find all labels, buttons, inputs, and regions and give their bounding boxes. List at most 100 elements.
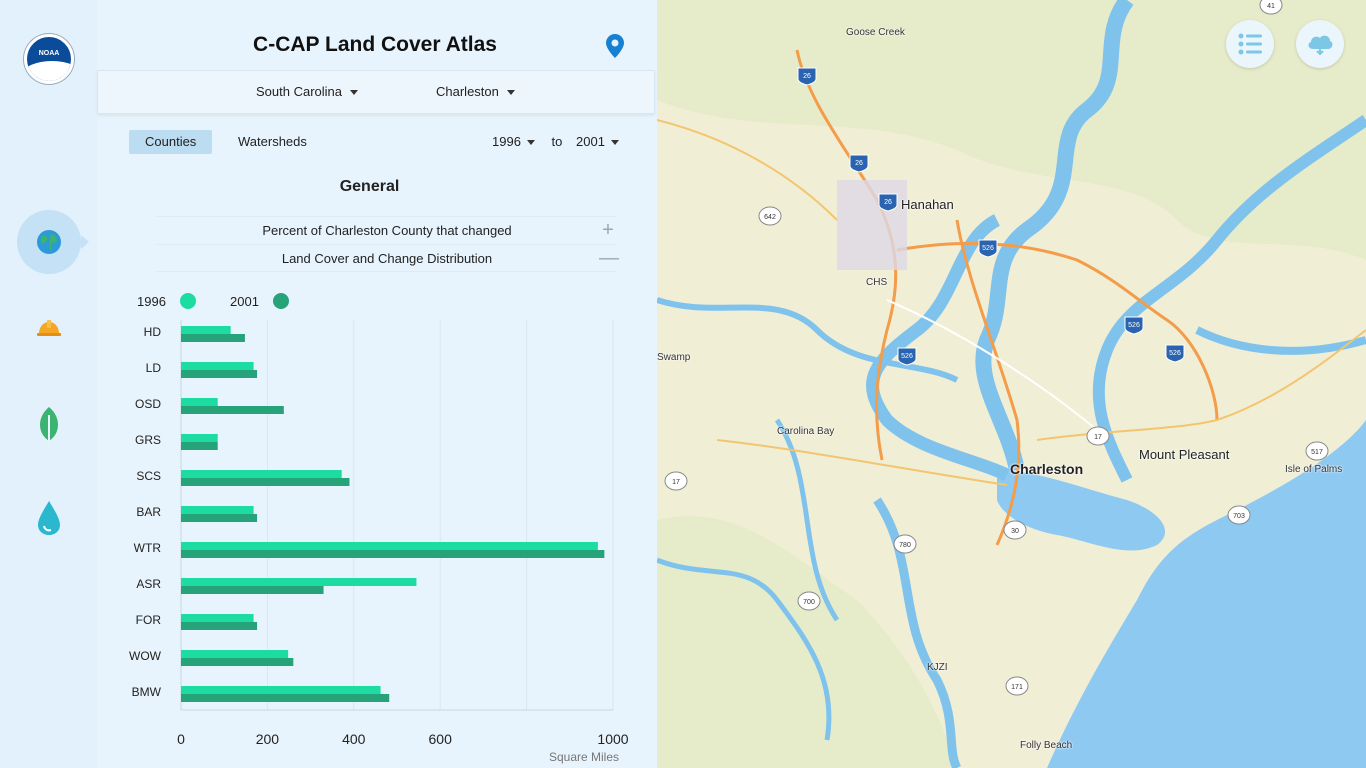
app-title: C-CAP Land Cover Atlas <box>253 33 497 56</box>
x-tick-label: 200 <box>256 731 280 747</box>
category-label: WOW <box>129 649 162 663</box>
category-label: WTR <box>134 541 162 555</box>
bar-2001-WTR <box>181 550 605 558</box>
legend-swatch-2001[interactable] <box>273 293 289 309</box>
map-label-charleston: Charleston <box>1010 461 1084 477</box>
map-label-kjzi: KJZI <box>927 662 948 673</box>
map-view[interactable]: Goose Creek Hanahan CHS Swamp Carolina B… <box>657 0 1366 768</box>
accordion-label: Percent of Charleston County that change… <box>262 223 512 238</box>
bar-1996-ASR <box>181 578 417 586</box>
bar-1996-GRS <box>181 434 218 442</box>
bar-2001-HD <box>181 334 245 342</box>
to-label: to <box>551 134 563 149</box>
list-icon <box>1238 33 1262 55</box>
from-year-value: 1996 <box>492 134 521 149</box>
to-year-value: 2001 <box>576 134 605 149</box>
legend-label-1996: 1996 <box>137 294 166 309</box>
vegetation-nav-button[interactable] <box>17 394 81 458</box>
cloud-icon <box>1308 35 1333 56</box>
globe-icon <box>37 230 61 254</box>
accordion-label: Land Cover and Change Distribution <box>281 251 493 266</box>
chevron-down-icon <box>526 140 535 146</box>
map-label-mount-pleasant: Mount Pleasant <box>1139 447 1230 462</box>
legend-swatch-1996[interactable] <box>180 293 196 309</box>
left-rail: NOAA <box>0 0 97 768</box>
water-drop-icon <box>38 501 60 535</box>
category-label: LD <box>146 361 162 375</box>
bar-2001-SCS <box>181 478 350 486</box>
x-tick-label: 400 <box>342 731 366 747</box>
map-label-goose-creek: Goose Creek <box>846 27 905 38</box>
category-label: SCS <box>136 469 161 483</box>
county-dropdown-value: Charleston <box>436 84 499 99</box>
bar-1996-OSD <box>181 398 218 406</box>
x-tick-label: 0 <box>177 731 185 747</box>
category-label: OSD <box>135 397 161 411</box>
county-dropdown[interactable]: Charleston <box>436 84 515 99</box>
bar-2001-FOR <box>181 622 258 630</box>
year-range: 1996 to 2001 <box>492 134 619 149</box>
bar-2001-WOW <box>181 658 294 666</box>
from-year-dropdown[interactable]: 1996 <box>492 134 535 149</box>
location-select-bar: South Carolina Charleston <box>97 70 655 114</box>
chevron-down-icon <box>610 140 619 146</box>
water-nav-button[interactable] <box>17 486 81 550</box>
state-dropdown[interactable]: South Carolina <box>256 84 358 99</box>
development-nav-button[interactable] <box>17 296 81 360</box>
map-label-folly-beach: Folly Beach <box>1020 740 1073 751</box>
state-dropdown-value: South Carolina <box>256 84 342 99</box>
leaf-icon <box>40 407 58 446</box>
accordion-distribution[interactable]: Land Cover and Change Distribution — <box>157 244 619 272</box>
land-cover-bar-chart: HD LD OSD GRS SCS BAR WTR ASR FOR WOW BMW 0 200 400 60… <box>129 320 629 764</box>
bar-1996-WTR <box>181 542 598 550</box>
bar-2001-LD <box>181 370 258 378</box>
legend-list-button[interactable] <box>1226 20 1274 68</box>
bar-1996-BMW <box>181 686 381 694</box>
bar-1996-WOW <box>181 650 289 658</box>
x-tick-label: 600 <box>429 731 453 747</box>
expand-icon[interactable]: + <box>599 217 617 243</box>
to-year-dropdown[interactable]: 2001 <box>576 134 619 149</box>
map-label-carolina-bay: Carolina Bay <box>777 426 835 437</box>
category-label: FOR <box>136 613 162 627</box>
category-label: GRS <box>135 433 161 447</box>
category-label: ASR <box>136 577 161 591</box>
chevron-down-icon <box>506 90 515 96</box>
weather-layer-button[interactable] <box>1296 20 1344 68</box>
noaa-logo: NOAA <box>24 34 74 84</box>
basemap[interactable] <box>657 0 1366 768</box>
bar-1996-LD <box>181 362 254 370</box>
chevron-down-icon <box>350 90 358 96</box>
hard-hat-icon <box>37 320 61 336</box>
tab-counties[interactable]: Counties <box>129 130 213 154</box>
x-tick-label: 1000 <box>597 731 628 747</box>
map-label-isle-of-palms: Isle of Palms <box>1285 464 1343 475</box>
bar-1996-HD <box>181 326 231 334</box>
bar-1996-BAR <box>181 506 254 514</box>
legend-label-2001: 2001 <box>230 294 259 309</box>
bar-1996-FOR <box>181 614 254 622</box>
x-axis-title: Square Miles <box>549 750 619 764</box>
bar-2001-BMW <box>181 694 390 702</box>
section-title: General <box>339 178 400 195</box>
category-label: BMW <box>132 685 162 699</box>
map-label-swamp: Swamp <box>657 352 691 363</box>
noaa-logo-text: NOAA <box>38 49 60 57</box>
accordion-percent-changed[interactable]: Percent of Charleston County that change… <box>157 216 617 244</box>
category-label: HD <box>144 325 162 339</box>
location-pin-button[interactable] <box>605 33 625 64</box>
map-label-hanahan: Hanahan <box>901 197 954 212</box>
category-label: BAR <box>136 505 161 519</box>
collapse-icon[interactable]: — <box>599 245 619 271</box>
map-label-chs: CHS <box>866 277 888 288</box>
bar-1996-SCS <box>181 470 342 478</box>
land-cover-nav-button[interactable] <box>17 210 89 274</box>
tab-watersheds[interactable]: Watersheds <box>222 130 323 154</box>
bar-2001-BAR <box>181 514 258 522</box>
bar-2001-OSD <box>181 406 284 414</box>
atlas-panel: C-CAP Land Cover Atlas South Carolina Ch… <box>97 0 657 768</box>
location-pin-icon <box>606 34 624 58</box>
bar-2001-ASR <box>181 586 324 594</box>
bar-2001-GRS <box>181 442 218 450</box>
title-row: C-CAP Land Cover Atlas <box>97 0 657 70</box>
